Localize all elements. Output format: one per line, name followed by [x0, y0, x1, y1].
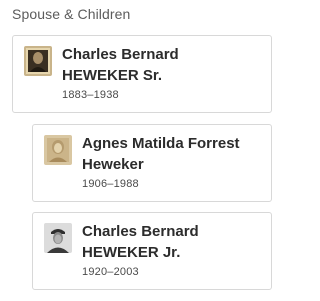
person-dates: 1920–2003: [82, 266, 139, 278]
person-dates: 1883–1938: [62, 89, 119, 101]
person-card-charles-jr[interactable]: Charles Bernard HEWEKER Jr. 1920–2003: [32, 212, 272, 290]
portrait-photo-woman-icon: [44, 135, 72, 165]
person-dates: 1906–1988: [82, 178, 139, 190]
person-card-charles-sr[interactable]: Charles Bernard HEWEKER Sr. 1883–1938: [12, 35, 272, 113]
person-card-agnes[interactable]: Agnes Matilda Forrest Heweker 1906–1988: [32, 124, 272, 202]
person-name: Charles Bernard HEWEKER Jr.: [82, 223, 199, 261]
person-name: Agnes Matilda Forrest Heweker: [82, 135, 240, 173]
section-title: Spouse & Children: [12, 6, 131, 22]
portrait-photo-soldier-icon: [44, 223, 72, 253]
person-name: Charles Bernard HEWEKER Sr.: [62, 46, 179, 84]
portrait-photo-man-icon: [24, 46, 52, 76]
